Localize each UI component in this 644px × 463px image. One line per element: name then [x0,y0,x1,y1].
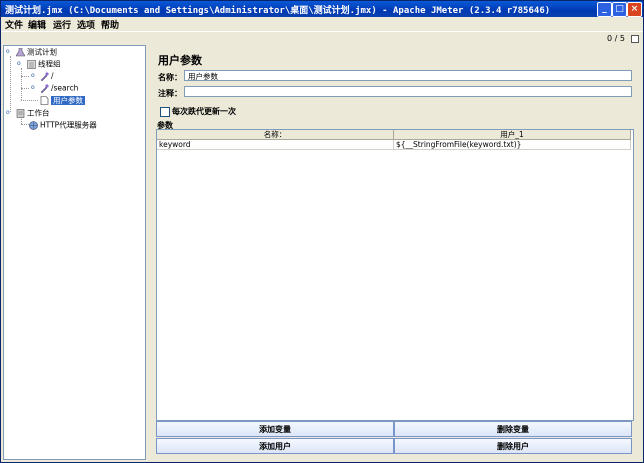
close-button[interactable]: × [627,2,642,17]
update-once-per-iteration-checkbox[interactable] [160,107,170,117]
expand-handle-icon[interactable]: o [6,49,12,55]
add-variable-button[interactable]: 添加变量 [156,421,394,437]
tree-node-workbench[interactable]: 工作台 [16,107,50,118]
tree-node-test-plan[interactable]: 测试计划 [16,46,57,57]
checkbox-label: 每次跌代更新一次 [172,107,236,116]
tree-node-sampler-root[interactable]: / [40,70,54,81]
globe-icon [29,120,38,130]
tree-node-user-params[interactable]: 用户参数 [40,94,85,105]
status-row: 0 / 5 [1,31,643,46]
status-indicator-icon [631,35,639,43]
test-plan-tree[interactable]: o 测试计划 o 线程组 o / o /search 用户参数 o 工作台 HT… [3,45,146,460]
menu-file[interactable]: 文件 [5,18,23,31]
pipette-icon [40,83,49,93]
delete-user-button[interactable]: 删除用户 [394,438,632,454]
workbench-icon [16,108,25,118]
pipette-icon [40,71,49,81]
menu-bar: 文件 编辑 运行 选项 帮助 [1,17,643,31]
delete-variable-button[interactable]: 删除变量 [394,421,632,437]
thread-group-icon [27,59,36,69]
comment-field[interactable] [184,86,632,97]
tree-node-http-proxy[interactable]: HTTP代理服务器 [29,119,97,130]
menu-run[interactable]: 运行 [53,18,71,31]
split-divider[interactable] [146,45,150,462]
document-icon [40,95,49,105]
menu-edit[interactable]: 编辑 [28,18,46,31]
column-header-name[interactable]: 名称： [157,130,394,140]
expand-handle-icon[interactable]: o [6,110,12,116]
comment-label: 注释： [158,89,182,98]
table-cell[interactable]: keyword [157,140,394,150]
expand-handle-icon[interactable]: o [31,73,37,79]
menu-options[interactable]: 选项 [77,18,95,31]
name-field[interactable]: 用户参数 [184,70,632,81]
window-title: 测试计划.jmx (C:\Documents and Settings\Admi… [5,6,551,16]
app-window: 测试计划.jmx (C:\Documents and Settings\Admi… [0,0,644,463]
minimize-button[interactable]: _ [597,2,612,17]
title-bar: 测试计划.jmx (C:\Documents and Settings\Admi… [1,1,643,17]
column-header-user1[interactable]: 用户_1 [394,130,631,140]
tree-node-sampler-search[interactable]: /search [40,82,78,93]
maximize-button[interactable]: □ [612,2,627,17]
name-label: 名称： [158,73,182,82]
page-title: 用户参数 [158,54,202,67]
add-user-button[interactable]: 添加用户 [156,438,394,454]
flask-icon [16,47,25,56]
expand-handle-icon[interactable]: o [31,85,37,91]
params-table[interactable]: 名称： 用户_1 keyword ${__StringFromFile(keyw… [156,129,634,421]
tree-node-thread-group[interactable]: 线程组 [27,58,61,69]
table-cell[interactable]: ${__StringFromFile(keyword.txt)} [394,140,631,150]
user-params-panel: 用户参数 名称： 用户参数 注释： 每次跌代更新一次 参数 名称： 用户_1 k… [151,45,639,459]
thread-counter: 0 / 5 [607,34,625,43]
menu-help[interactable]: 帮助 [101,18,119,31]
expand-handle-icon[interactable]: o [17,61,23,67]
